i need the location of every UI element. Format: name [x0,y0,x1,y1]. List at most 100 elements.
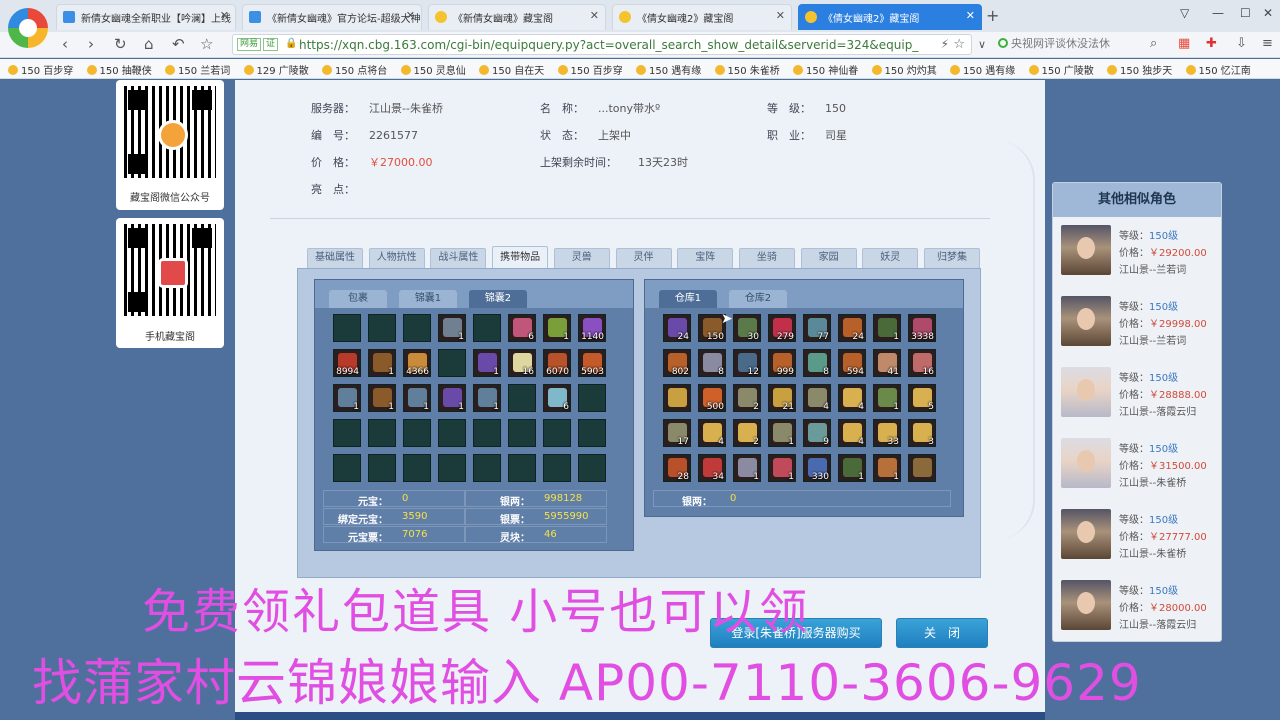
item-slot[interactable]: 77 [803,314,831,342]
bookmark-star-icon[interactable]: ☆ [953,37,965,52]
empty-slot[interactable] [333,314,361,342]
role-avatar[interactable] [1061,438,1111,488]
similar-role-item[interactable]: 等级：150级 价格：￥27777.00 江山景--朱雀桥 [1061,509,1221,569]
home-button[interactable]: ⌂ [144,35,154,53]
tab-8[interactable]: 家园 [800,248,857,268]
empty-slot[interactable] [403,419,431,447]
item-slot[interactable]: 594 [838,349,866,377]
bag-tab-2[interactable]: 锦囊2 [469,290,527,308]
item-slot[interactable]: 1 [368,384,396,412]
tab-close-icon[interactable]: ✕ [590,9,599,22]
item-slot[interactable]: 33 [873,419,901,447]
item-slot[interactable]: 2 [733,419,761,447]
bookmark-item[interactable]: 150 百步穿 [8,62,73,77]
item-slot[interactable]: 999 [768,349,796,377]
bookmark-item[interactable]: 150 神仙眷 [793,62,858,77]
new-tab-button[interactable]: + [986,6,999,25]
item-slot[interactable]: 1 [873,384,901,412]
tab-7[interactable]: 坐骑 [738,248,795,268]
item-slot[interactable]: 24 [663,314,691,342]
url-text[interactable]: https://xqn.cbg.163.com/cgi-bin/equipque… [299,38,919,52]
item-slot[interactable]: 34 [698,454,726,482]
item-slot[interactable]: 4 [838,419,866,447]
item-slot[interactable]: 6 [508,314,536,342]
item-slot[interactable]: 24 [838,314,866,342]
role-avatar[interactable] [1061,296,1111,346]
empty-slot[interactable] [438,419,466,447]
item-slot[interactable]: 30 [733,314,761,342]
item-slot[interactable]: 9 [803,419,831,447]
item-slot[interactable]: 6070 [543,349,571,377]
item-slot[interactable]: 279 [768,314,796,342]
item-slot[interactable]: 28 [663,454,691,482]
item-slot[interactable]: 3338 [908,314,936,342]
tab-3[interactable]: 携带物品 [492,246,549,270]
similar-role-item[interactable]: 等级：150级 价格：￥29998.00 江山景--兰若词 [1061,296,1221,356]
empty-slot[interactable] [473,454,501,482]
browser-tab[interactable]: 《新倩女幽魂》藏宝阁 ✕ [428,4,606,30]
empty-slot[interactable] [333,454,361,482]
similar-role-item[interactable]: 等级：150级 价格：￥28000.00 江山景--落霞云归 [1061,580,1221,640]
empty-slot[interactable] [368,419,396,447]
item-slot[interactable]: 1 [368,349,396,377]
maximize-button[interactable]: ☐ [1240,6,1251,20]
item-slot[interactable]: 1 [873,454,901,482]
bag-tab-0[interactable]: 包裹 [329,290,387,308]
undo-close-button[interactable]: ↶ [172,35,185,53]
bookmark-item[interactable]: 150 朱雀桥 [714,62,780,77]
item-slot[interactable]: 4 [698,419,726,447]
item-slot[interactable]: 1 [768,454,796,482]
item-slot[interactable]: 1140 [578,314,606,342]
bookmark-item[interactable]: 150 灵息仙 [400,62,466,77]
browser-tab[interactable]: 《新倩女幽魂》官方论坛-超级大神 ✕ [242,4,422,30]
tab-close-icon[interactable]: ✕ [776,9,785,22]
item-slot[interactable]: 8 [803,349,831,377]
item-slot[interactable]: 16 [908,349,936,377]
item-slot[interactable] [663,384,691,412]
item-slot[interactable]: 1 [768,419,796,447]
item-slot[interactable]: 1 [473,349,501,377]
item-slot[interactable]: 1 [873,314,901,342]
tab-10[interactable]: 归梦集 [924,248,980,268]
empty-slot[interactable] [543,454,571,482]
bookmark-item[interactable]: 150 独步天 [1107,62,1172,77]
close-button[interactable]: 关 闭 [896,618,988,648]
bookmark-item[interactable]: 150 兰若词 [165,62,230,77]
item-slot[interactable]: 12 [733,349,761,377]
tab-1[interactable]: 人物抗性 [368,248,425,268]
empty-slot[interactable] [438,349,466,377]
empty-slot[interactable] [508,384,536,412]
item-slot[interactable]: 1 [333,384,361,412]
tab-2[interactable]: 战斗属性 [430,248,487,268]
empty-slot[interactable] [543,419,571,447]
role-avatar[interactable] [1061,225,1111,275]
search-input[interactable]: 央视网评谈休没法休 [998,35,1168,55]
item-slot[interactable]: 1 [543,314,571,342]
item-slot[interactable]: 1 [838,454,866,482]
item-slot[interactable]: 330 [803,454,831,482]
item-slot[interactable]: 802 [663,349,691,377]
item-slot[interactable]: 8994 [333,349,361,377]
role-avatar[interactable] [1061,367,1111,417]
bookmark-item[interactable]: 150 抽鞭侠 [86,62,152,77]
forward-button[interactable]: › [88,35,94,53]
bookmark-item[interactable]: 129 广陵散 [243,62,309,77]
bookmark-item[interactable]: 150 点将台 [322,62,387,77]
item-slot[interactable]: 1 [473,384,501,412]
tab-close-icon[interactable]: ✕ [220,9,229,22]
similar-role-item[interactable]: 等级：150级 价格：￥28888.00 江山景--落霞云归 [1061,367,1221,427]
item-slot[interactable]: 1 [438,384,466,412]
bookmark-item[interactable]: 150 遇有缘 [950,62,1015,77]
item-slot[interactable]: 1 [733,454,761,482]
item-slot[interactable]: 3 [908,419,936,447]
empty-slot[interactable] [368,314,396,342]
role-avatar[interactable] [1061,509,1111,559]
browser-tab[interactable]: 《倩女幽魂2》藏宝阁 ✕ [612,4,792,30]
item-slot[interactable]: 5 [908,384,936,412]
dropdown-chevron-icon[interactable]: ∨ [978,38,986,51]
similar-role-item[interactable]: 等级：150级 价格：￥31500.00 江山景--朱雀桥 [1061,438,1221,498]
minimize-button[interactable]: — [1212,6,1224,20]
menu-icon[interactable]: ≡ [1262,36,1273,51]
address-bar[interactable]: 网易 证 🔒 https://xqn.cbg.163.com/cgi-bin/e… [232,34,972,55]
skin-icon[interactable]: ▽ [1180,6,1189,20]
